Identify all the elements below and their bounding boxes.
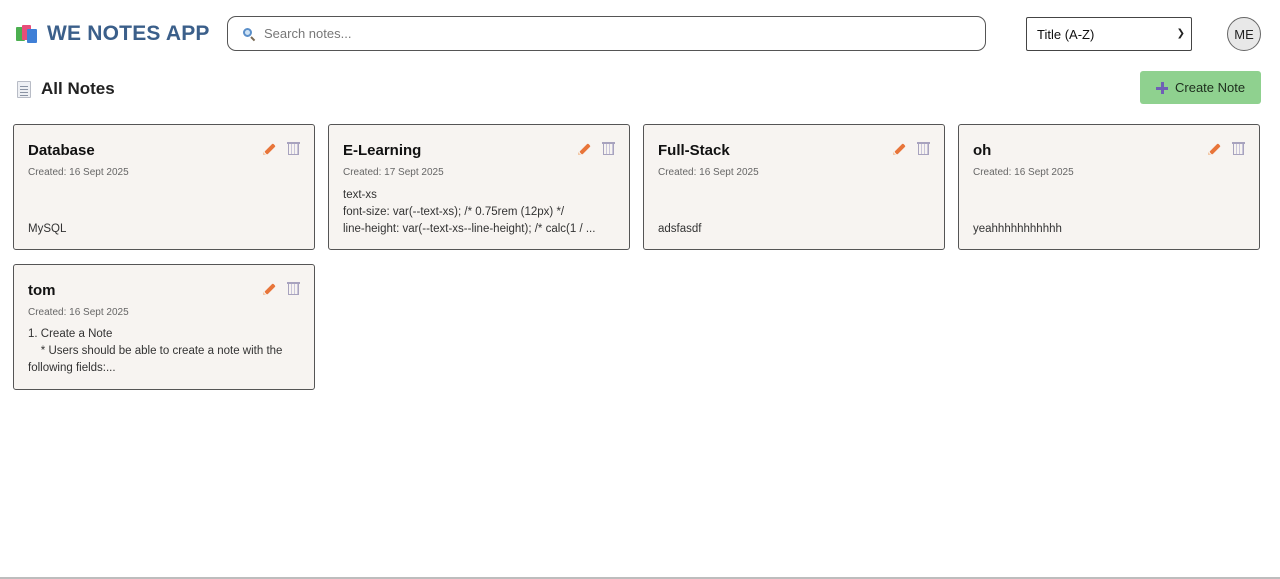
section-header: All Notes bbox=[17, 79, 115, 99]
note-body: MySQL bbox=[28, 223, 67, 235]
chevron-down-icon: ❯ bbox=[1176, 28, 1185, 39]
note-body: 1. Create a Note * Users should be able … bbox=[28, 328, 283, 374]
note-created-date: Created: 16 Sept 2025 bbox=[28, 307, 129, 318]
note-actions bbox=[262, 281, 300, 296]
app-header: WE NOTES APP Title (A-Z) ❯ ME bbox=[0, 0, 1280, 68]
note-body: adsfasdf bbox=[658, 223, 702, 235]
pencil-icon[interactable] bbox=[262, 141, 277, 156]
app-title: WE NOTES APP bbox=[47, 22, 210, 45]
app-logo[interactable]: WE NOTES APP bbox=[16, 22, 210, 46]
note-body: text-xs font-size: var(--text-xs); /* 0.… bbox=[343, 189, 596, 235]
pencil-icon[interactable] bbox=[1207, 141, 1222, 156]
note-actions bbox=[892, 141, 930, 156]
sort-select[interactable]: Title (A-Z) ❯ bbox=[1026, 17, 1192, 51]
sort-selected-value: Title (A-Z) bbox=[1037, 26, 1095, 42]
note-title: Full-Stack bbox=[658, 142, 730, 159]
document-icon bbox=[17, 80, 31, 98]
note-card[interactable]: E-Learning Created: 17 Sept 2025 text-xs… bbox=[328, 124, 630, 250]
trash-icon[interactable] bbox=[1232, 141, 1245, 156]
note-card[interactable]: oh Created: 16 Sept 2025 yeahhhhhhhhhhh bbox=[958, 124, 1260, 250]
books-icon bbox=[16, 24, 38, 44]
search-icon bbox=[242, 27, 256, 41]
note-title: oh bbox=[973, 142, 992, 159]
create-note-button[interactable]: Create Note bbox=[1140, 71, 1261, 104]
note-card[interactable]: Database Created: 16 Sept 2025 MySQL bbox=[13, 124, 315, 250]
page-title: All Notes bbox=[41, 79, 115, 98]
trash-icon[interactable] bbox=[287, 141, 300, 156]
note-title: tom bbox=[28, 282, 56, 299]
trash-icon[interactable] bbox=[917, 141, 930, 156]
note-title: E-Learning bbox=[343, 142, 422, 159]
user-avatar[interactable]: ME bbox=[1227, 17, 1261, 51]
note-card[interactable]: tom Created: 16 Sept 2025 1. Create a No… bbox=[13, 264, 315, 390]
note-created-date: Created: 16 Sept 2025 bbox=[973, 167, 1074, 178]
pencil-icon[interactable] bbox=[577, 141, 592, 156]
pencil-icon[interactable] bbox=[262, 281, 277, 296]
note-actions bbox=[1207, 141, 1245, 156]
note-created-date: Created: 16 Sept 2025 bbox=[658, 167, 759, 178]
trash-icon[interactable] bbox=[602, 141, 615, 156]
note-actions bbox=[577, 141, 615, 156]
create-note-label: Create Note bbox=[1175, 80, 1246, 95]
note-created-date: Created: 16 Sept 2025 bbox=[28, 167, 129, 178]
trash-icon[interactable] bbox=[287, 281, 300, 296]
pencil-icon[interactable] bbox=[892, 141, 907, 156]
avatar-initials: ME bbox=[1234, 26, 1254, 42]
search-bar[interactable] bbox=[227, 16, 986, 51]
note-actions bbox=[262, 141, 300, 156]
plus-icon bbox=[1156, 81, 1168, 94]
note-body: yeahhhhhhhhhhh bbox=[973, 223, 1062, 235]
note-card[interactable]: Full-Stack Created: 16 Sept 2025 adsfasd… bbox=[643, 124, 945, 250]
note-created-date: Created: 17 Sept 2025 bbox=[343, 167, 444, 178]
note-title: Database bbox=[28, 142, 95, 159]
search-input[interactable] bbox=[264, 26, 944, 41]
